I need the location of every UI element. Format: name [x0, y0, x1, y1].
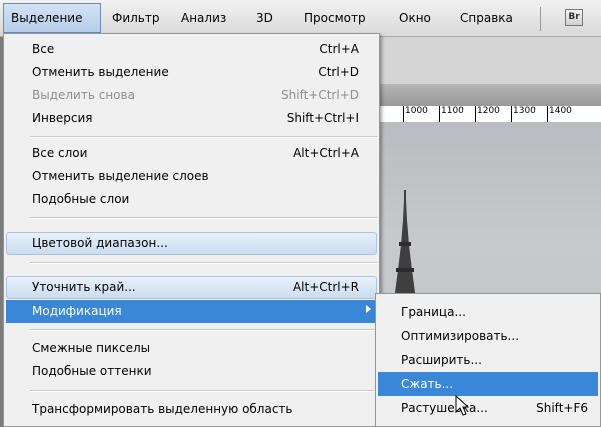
menu-item-label: Отменить выделение слоев	[32, 169, 209, 183]
menu-item-label: Подобные слои	[32, 192, 130, 206]
menu-item-label: Трансформировать выделенную область	[32, 402, 293, 416]
menu-item-label: Все слои	[32, 146, 88, 160]
modify-submenu: Граница... Оптимизировать... Расширить..…	[375, 293, 601, 427]
ruler-label: 1000	[405, 106, 428, 116]
menu-item-shortcut: Shift+Ctrl+I	[286, 111, 359, 125]
submenu-item-feather[interactable]: Растушевка... Shift+F6	[378, 396, 598, 420]
menu-item-deselect[interactable]: Отменить выделение Ctrl+D	[6, 61, 377, 84]
submenu-item-label: Растушевка...	[401, 401, 488, 415]
menu-item-label: Цветовой диапазон...	[32, 236, 168, 250]
submenu-item-label: Сжать...	[401, 377, 454, 391]
menu-separator	[30, 390, 377, 392]
menu-item-label: Все	[32, 42, 55, 56]
menu-item-select-all[interactable]: Все Ctrl+A	[6, 38, 377, 61]
menu-item-label: Уточнить край...	[32, 280, 136, 294]
menu-separator	[30, 262, 377, 264]
menu-item-inverse[interactable]: Инверсия Shift+Ctrl+I	[6, 107, 377, 130]
menu-item-label: Смежные пикселы	[32, 341, 151, 355]
menu-item-shortcut: Alt+Ctrl+R	[292, 280, 359, 294]
ruler-label: 1400	[549, 106, 572, 116]
menu-item-label: Модификация	[32, 304, 122, 318]
menu-item-modify[interactable]: Модификация	[6, 300, 377, 323]
menu-item-similar-layers[interactable]: Подобные слои	[6, 188, 377, 211]
submenu-item-label: Расширить...	[401, 353, 482, 367]
options-bar	[380, 37, 601, 84]
menu-item-all-layers[interactable]: Все слои Alt+Ctrl+A	[6, 142, 377, 165]
document-tab-strip	[380, 84, 601, 107]
menu-item-grow[interactable]: Смежные пикселы	[6, 337, 377, 360]
menu-item-transform-selection[interactable]: Трансформировать выделенную область	[6, 398, 377, 421]
horizontal-ruler: 1000 1100 1200 1300 1400	[380, 106, 601, 123]
submenu-item-label: Граница...	[401, 305, 466, 319]
submenu-item-shortcut: Shift+F6	[536, 401, 588, 415]
ruler-label: 1300	[513, 106, 536, 116]
menu-item-shortcut: Alt+Ctrl+A	[293, 146, 359, 160]
eiffel-tower-image	[394, 190, 416, 300]
menu-item-color-range[interactable]: Цветовой диапазон...	[6, 232, 377, 255]
submenu-item-contract[interactable]: Сжать...	[378, 372, 598, 396]
menu-separator	[540, 7, 541, 31]
menu-separator	[30, 136, 377, 138]
ruler-label: 1200	[477, 106, 500, 116]
menu-vydelenie[interactable]: Выделение	[3, 3, 101, 33]
menu-analysis[interactable]: Анализ	[181, 11, 226, 25]
menu-separator	[30, 329, 377, 331]
menu-item-label: Инверсия	[32, 111, 93, 125]
menu-window[interactable]: Окно	[399, 11, 431, 25]
submenu-item-label: Оптимизировать...	[401, 329, 520, 343]
menu-item-shortcut: Ctrl+A	[319, 42, 359, 56]
selection-menu-dropdown: Все Ctrl+A Отменить выделение Ctrl+D Выд…	[3, 33, 380, 427]
submenu-arrow-icon	[366, 305, 371, 313]
mouse-cursor-icon	[455, 395, 470, 416]
menu-help[interactable]: Справка	[460, 11, 513, 25]
menu-filter[interactable]: Фильтр	[112, 11, 159, 25]
menu-item-label: Выделить снова	[32, 88, 135, 102]
menu-item-refine-edge[interactable]: Уточнить край... Alt+Ctrl+R	[6, 276, 377, 299]
menu-item-reselect: Выделить снова Shift+Ctrl+D	[6, 84, 377, 107]
submenu-item-border[interactable]: Граница...	[378, 300, 598, 324]
submenu-item-smooth[interactable]: Оптимизировать...	[378, 324, 598, 348]
bridge-button[interactable]: Br	[565, 9, 583, 26]
menu-item-label: Подобные оттенки	[32, 364, 152, 378]
menu-view[interactable]: Просмотр	[304, 11, 366, 25]
menu-separator	[30, 217, 377, 219]
submenu-item-expand[interactable]: Расширить...	[378, 348, 598, 372]
menu-item-shortcut: Ctrl+D	[318, 65, 359, 79]
menu-item-label: Отменить выделение	[32, 65, 169, 79]
menu-item-similar[interactable]: Подобные оттенки	[6, 360, 377, 383]
menu-item-shortcut: Shift+Ctrl+D	[281, 88, 359, 102]
menu-bar: Выделение Фильтр Анализ 3D Просмотр Окно…	[0, 0, 601, 37]
ruler-label: 1100	[441, 106, 464, 116]
menu-3d[interactable]: 3D	[256, 11, 273, 25]
menu-item-deselect-layers[interactable]: Отменить выделение слоев	[6, 165, 377, 188]
